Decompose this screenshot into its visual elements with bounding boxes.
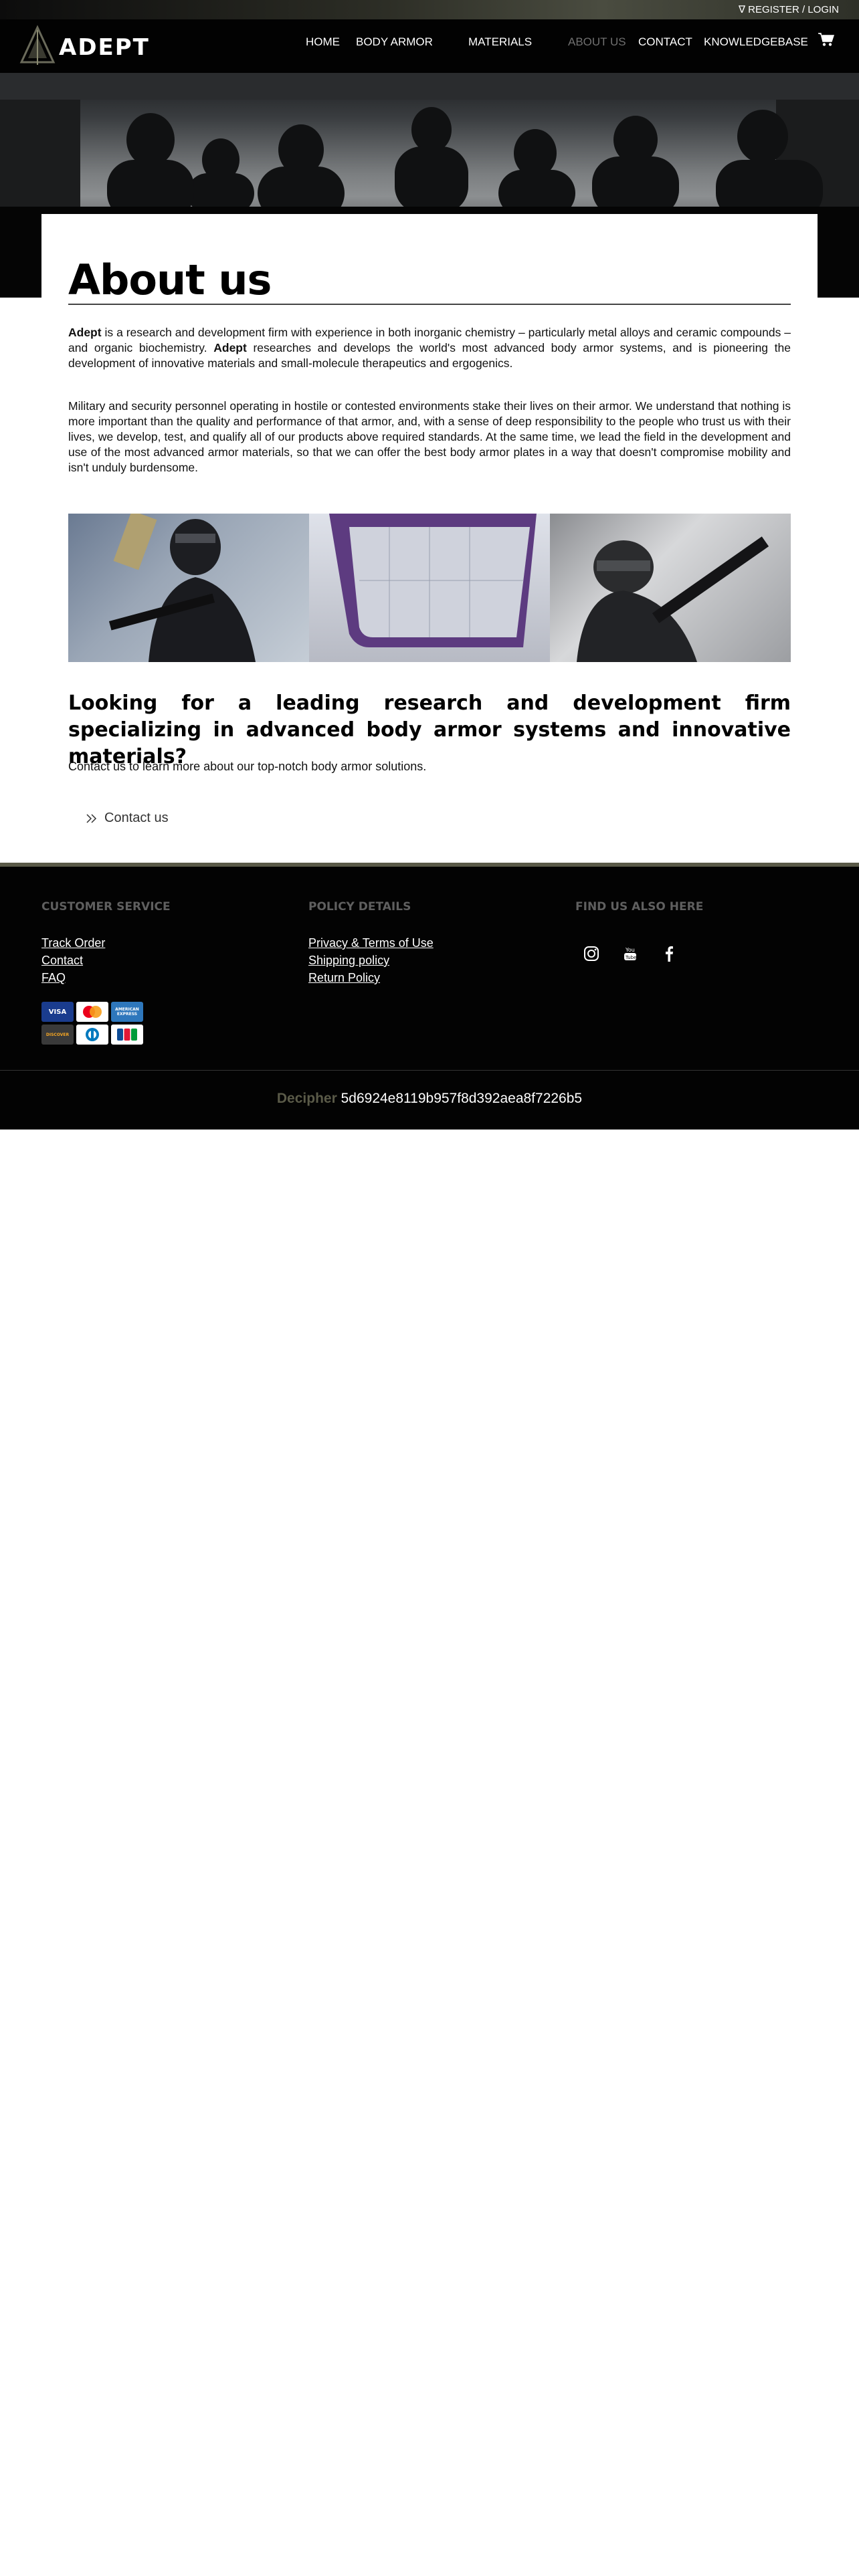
brand-name: Adept <box>68 326 102 339</box>
instagram-icon[interactable] <box>581 943 602 964</box>
faq-link[interactable]: FAQ <box>41 971 66 985</box>
svg-text:You: You <box>625 947 635 953</box>
footer: CUSTOMER SERVICE Track Order Contact FAQ… <box>0 867 859 1070</box>
gallery-image-armor-plate <box>309 514 550 662</box>
shipping-policy-link[interactable]: Shipping policy <box>308 954 389 968</box>
bottom-bar: Decipher 5d6924e8119b957f8d392aea8f7226b… <box>0 1071 859 1130</box>
gallery-image-tactical-operator <box>550 514 791 662</box>
brand-name: Adept <box>213 341 247 354</box>
logo-emblem-icon <box>19 25 56 65</box>
svg-text:Tube: Tube <box>625 955 636 960</box>
mastercard-icon <box>76 1002 108 1022</box>
nav-home[interactable]: HOME <box>306 35 340 49</box>
nav-body-armor[interactable]: BODY ARMOR <box>356 35 433 49</box>
youtube-icon[interactable]: You Tube <box>619 943 641 964</box>
facebook-icon[interactable] <box>658 943 680 964</box>
gallery-image-soldier-tech <box>68 514 309 662</box>
contact-us-label: Contact us <box>104 811 169 825</box>
decipher-hash: 5d6924e8119b957f8d392aea8f7226b5 <box>341 1091 583 1106</box>
discover-icon: DISCOVER <box>41 1025 74 1045</box>
logo-text: ADEPT <box>59 34 150 61</box>
cart-icon[interactable] <box>818 32 835 47</box>
amex-icon: AMERICAN EXPRESS <box>111 1002 143 1022</box>
nav-knowledgebase[interactable]: KNOWLEDGEBASE <box>704 35 808 49</box>
social-heading: FIND US ALSO HERE <box>575 900 704 914</box>
payment-methods: VISA AMERICAN EXPRESS DISCOVER <box>41 1002 143 1045</box>
cta-heading: Looking for a leading research and devel… <box>68 691 791 768</box>
jcb-icon <box>111 1025 143 1045</box>
contact-link[interactable]: Contact <box>41 954 83 968</box>
contact-us-button[interactable]: Contact us <box>86 811 169 826</box>
page-title: About us <box>68 255 272 304</box>
image-gallery <box>68 514 791 662</box>
about-card: About us Adept is a research and develop… <box>41 214 818 863</box>
track-order-link[interactable]: Track Order <box>41 936 105 950</box>
privacy-terms-link[interactable]: Privacy & Terms of Use <box>308 936 434 950</box>
visa-icon: VISA <box>41 1002 74 1022</box>
nav-materials[interactable]: MATERIALS <box>468 35 532 49</box>
nav-contact[interactable]: CONTACT <box>638 35 692 49</box>
nav-about-us[interactable]: ABOUT US <box>568 35 626 49</box>
mission-paragraph: Military and security personnel operatin… <box>68 399 791 474</box>
decipher-label: Decipher <box>276 1091 337 1106</box>
cta-text: Contact us to learn more about our top-n… <box>68 760 427 773</box>
main-navbar: ADEPT HOME BODY ARMOR MATERIALS ABOUT US… <box>0 19 859 73</box>
intro-paragraph: Adept is a research and development firm… <box>68 326 791 370</box>
register-login-link[interactable]: ∇ REGISTER / LOGIN <box>739 3 839 15</box>
double-chevron-right-icon <box>86 813 97 823</box>
policy-heading: POLICY DETAILS <box>308 900 411 914</box>
title-divider <box>68 304 791 305</box>
logo[interactable]: ADEPT <box>19 25 149 68</box>
top-bar: ∇ REGISTER / LOGIN <box>0 0 859 19</box>
customer-service-heading: CUSTOMER SERVICE <box>41 900 171 914</box>
return-policy-link[interactable]: Return Policy <box>308 971 380 985</box>
diners-club-icon <box>76 1025 108 1045</box>
